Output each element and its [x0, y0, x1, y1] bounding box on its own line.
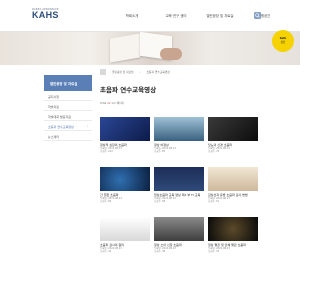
sidebar-title: 열린광장 및 자료실: [44, 75, 92, 91]
video-thumbnail[interactable]: [154, 167, 204, 191]
video-views: 조회수: 66: [100, 200, 112, 204]
video-thumbnail[interactable]: [208, 217, 258, 241]
hand-image: [160, 48, 182, 60]
chat-consult-badge[interactable]: talk 상담: [272, 30, 294, 52]
video-card[interactable]: 초음파 검사의 원리 등록일: 2021.08.13 조회수: 44: [100, 217, 150, 254]
video-views: 조회수: 33: [208, 250, 220, 254]
video-card[interactable]: 정상 소아 신장 초음파 등록일: 2021.08.13 조회수: 39: [154, 217, 204, 254]
book-page-left: [110, 33, 140, 63]
video-thumbnail[interactable]: [100, 117, 150, 141]
search-button[interactable]: [254, 12, 261, 19]
video-views: 조회수: 39: [154, 250, 166, 254]
chevron-right-icon: ›: [86, 124, 88, 128]
sidebar-item-label: 공지사항: [48, 94, 60, 99]
search-icon: [255, 13, 260, 18]
video-thumbnail[interactable]: [208, 117, 258, 141]
sidebar-item-videos[interactable]: 초등과 연수교육영상 ›: [44, 121, 92, 131]
video-views: 조회수: 102: [100, 150, 113, 154]
video-thumbnail[interactable]: [154, 217, 204, 241]
video-card[interactable]: 간 질환 초음파 등록일: 2021.08.13 조회수: 66: [100, 167, 150, 204]
hero-banner: [0, 32, 300, 65]
page-title: 초음파 연수교육영상: [100, 86, 157, 94]
video-card[interactable]: 정상적 심장의 초음파 등록일: 2021.08.13 조회수: 102: [100, 117, 150, 154]
nav-item-about[interactable]: 학회소개: [110, 13, 154, 18]
total-label: Total: [100, 101, 107, 105]
video-thumbnail[interactable]: [100, 167, 150, 191]
video-views: 조회수: 85: [154, 150, 166, 154]
logo-title: KAHS: [32, 10, 59, 20]
site-logo[interactable]: KOREA AEROSPACE KAHS: [32, 8, 59, 20]
sidebar-item-label: 초등과 연수교육영상: [48, 124, 74, 129]
site-header: KOREA AEROSPACE KAHS 학회소개 교육·연구 센터 열린광장 …: [0, 0, 300, 32]
home-icon[interactable]: [100, 68, 106, 75]
breadcrumb-separator-icon: ›: [139, 69, 141, 74]
breadcrumb-level-1[interactable]: 열린광장 및 자료실: [112, 70, 134, 74]
breadcrumb-level-2[interactable]: 초등과 연수교육영상: [147, 70, 170, 74]
video-thumbnail[interactable]: [154, 117, 204, 141]
nav-item-members[interactable]: 회원공간: [242, 13, 286, 18]
video-views: 조회수: 51: [208, 200, 220, 204]
video-views: 조회수: 58: [154, 200, 166, 204]
video-card[interactable]: 정상 비정상 등록일: 2021.08.13 조회수: 85: [154, 117, 204, 154]
nav-item-archive[interactable]: 열린광장 및 자료실: [198, 13, 242, 18]
video-card[interactable]: 정상 혈관 및 인체 혈관 초음파 등록일: 2021.08.13 조회수: 3…: [208, 217, 258, 254]
page-info: 1/2 페이지: [111, 101, 125, 105]
breadcrumb: 열린광장 및 자료실 › 초등과 연수교육영상: [100, 68, 170, 75]
video-views: 조회수: 74: [208, 150, 220, 154]
badge-line-2: 상담: [280, 41, 286, 44]
sidebar-item-newsletter[interactable]: 뉴스레터: [44, 131, 92, 141]
total-count: Total 12 1/2 페이지: [100, 101, 124, 105]
nav-item-education[interactable]: 교육·연구 센터: [154, 13, 198, 18]
sidebar-item-presentations[interactable]: 학술대회 발표자료: [44, 111, 92, 121]
video-thumbnail[interactable]: [100, 217, 150, 241]
video-views: 조회수: 44: [100, 250, 112, 254]
sidebar-item-label: 학술대회 발표자료: [48, 114, 72, 119]
video-thumbnail[interactable]: [208, 167, 258, 191]
sidebar-item-notice[interactable]: 공지사항: [44, 91, 92, 101]
video-card[interactable]: 갑상선과 유방 초음파 검사 방법 등록일: 2021.08.13 조회수: 5…: [208, 167, 258, 204]
sidebar: 열린광장 및 자료실 공지사항 학술자료 학술대회 발표자료 초등과 연수교육영…: [44, 75, 92, 141]
sidebar-item-label: 학술자료: [48, 104, 60, 109]
sidebar-item-label: 뉴스레터: [48, 134, 60, 139]
sidebar-item-papers[interactable]: 학술자료: [44, 101, 92, 111]
video-card[interactable]: 임상초음파 교육 영상 제1 부 TI 교육 등록일: 2021.08.13 조…: [154, 167, 204, 204]
video-card[interactable]: 당뇨의 신경 초음파 등록일: 2021.08.13 조회수: 74: [208, 117, 258, 154]
